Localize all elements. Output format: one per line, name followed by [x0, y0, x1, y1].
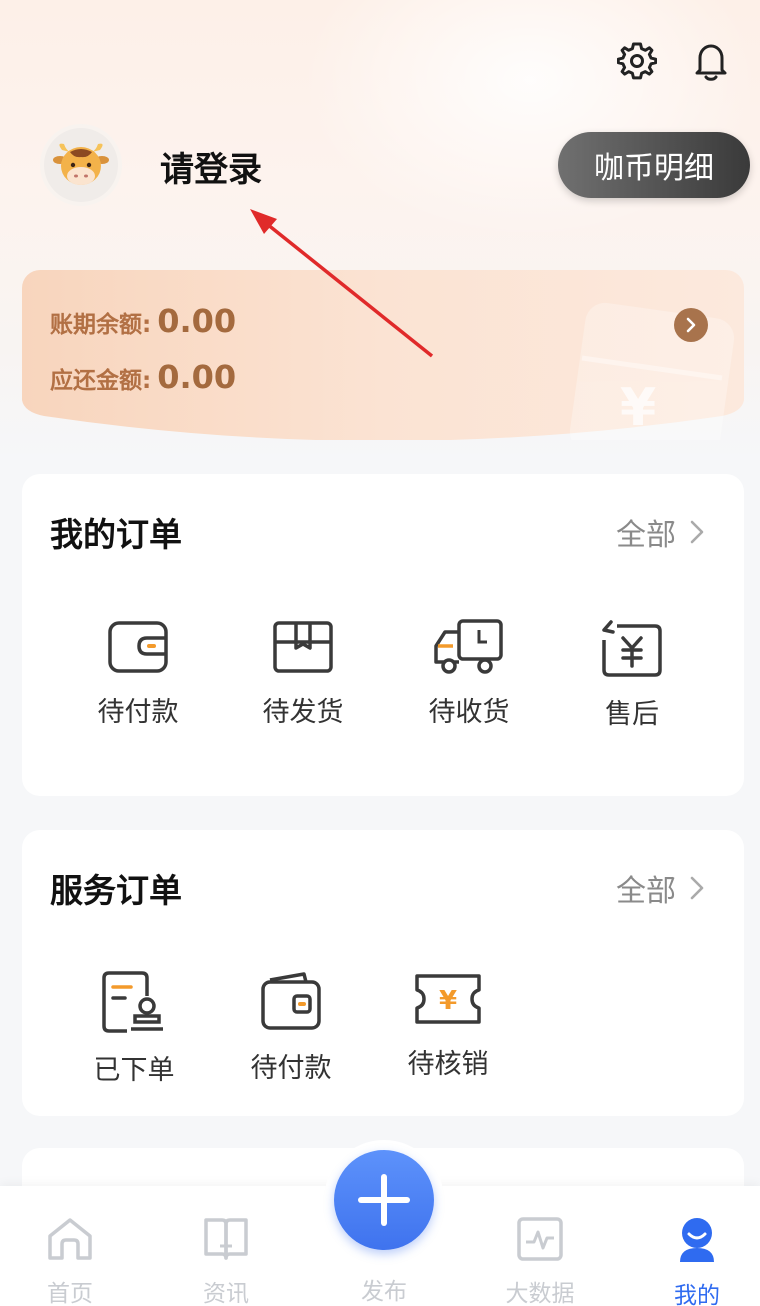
- user-icon: [680, 1218, 714, 1262]
- notification-button[interactable]: [688, 38, 734, 84]
- tab-news[interactable]: 资讯: [166, 1186, 286, 1306]
- settings-button[interactable]: [614, 38, 660, 84]
- order-pending-shipment[interactable]: 待发货: [228, 618, 378, 729]
- tab-big-data[interactable]: 大数据: [480, 1186, 600, 1306]
- chart-icon: [517, 1217, 563, 1261]
- chevron-right-icon: [690, 876, 704, 900]
- service-item-label: 已下单: [93, 1055, 175, 1086]
- period-balance-row: 账期余额: 0.00: [50, 302, 236, 340]
- service-orders-all-label: 全部: [616, 874, 676, 909]
- order-item-label: 售后: [605, 699, 659, 730]
- tab-label: 资讯: [203, 1281, 249, 1306]
- order-item-label: 待付款: [97, 697, 179, 728]
- order-item-label: 待收货: [428, 697, 510, 728]
- truck-icon: [434, 619, 503, 674]
- wallet-icon: [261, 972, 321, 1030]
- my-orders-all-label: 全部: [616, 518, 676, 553]
- credit-detail-button[interactable]: [674, 308, 708, 342]
- service-pending-payment[interactable]: 待付款: [216, 970, 366, 1085]
- period-balance-value: 0.00: [157, 302, 237, 340]
- my-orders-card: 我的订单 全部 待付款 待发货 待收货 售后: [22, 474, 744, 796]
- refund-icon: [602, 620, 662, 677]
- service-item-label: 待付款: [250, 1053, 332, 1084]
- order-pending-receipt[interactable]: 待收货: [394, 618, 544, 729]
- avatar[interactable]: [44, 128, 118, 202]
- credit-card[interactable]: 账期余额: 0.00 应还金额: 0.00 ¥: [22, 270, 744, 440]
- cow-avatar-icon: [53, 143, 109, 185]
- ticket-icon: ¥: [415, 974, 481, 1024]
- publish-label: 发布: [361, 1279, 407, 1305]
- service-pending-verification[interactable]: ¥ 待核销: [373, 970, 523, 1081]
- order-item-label: 待发货: [262, 697, 344, 728]
- tab-home[interactable]: 首页: [10, 1186, 130, 1306]
- service-orders-title: 服务订单: [50, 871, 182, 910]
- order-pending-payment[interactable]: 待付款: [63, 618, 213, 729]
- service-orders-all-link[interactable]: 全部: [616, 866, 704, 910]
- repay-amount-value: 0.00: [157, 358, 237, 396]
- tab-mine[interactable]: 我的: [637, 1186, 757, 1306]
- service-order-placed[interactable]: 已下单: [59, 970, 209, 1087]
- publish-button[interactable]: [334, 1150, 434, 1250]
- yuan-decoration: ¥: [620, 378, 657, 438]
- service-orders-card: 服务订单 全部 已下单 待付款 ¥ 待核销: [22, 830, 744, 1116]
- repay-amount-label: 应还金额:: [50, 368, 152, 394]
- chevron-right-icon: [686, 317, 696, 333]
- tab-label: 我的: [674, 1283, 720, 1306]
- header-glow: [300, 0, 760, 240]
- service-item-label: 待核销: [407, 1049, 489, 1080]
- bell-icon: [695, 44, 727, 81]
- gear-icon: [617, 42, 657, 80]
- tab-label: 大数据: [505, 1281, 575, 1306]
- repay-amount-row: 应还金额: 0.00: [50, 358, 236, 396]
- tab-label: 首页: [47, 1281, 93, 1306]
- plus-icon: [358, 1174, 410, 1226]
- box-icon: [273, 621, 333, 673]
- home-icon: [48, 1218, 92, 1260]
- my-orders-title: 我的订单: [50, 515, 182, 554]
- chevron-right-icon: [690, 520, 704, 544]
- coin-detail-button[interactable]: 咖币明细: [558, 132, 750, 198]
- wallet-icon: [108, 621, 168, 673]
- order-after-sales[interactable]: 售后: [557, 618, 707, 731]
- login-prompt[interactable]: 请登录: [160, 142, 262, 191]
- period-balance-label: 账期余额:: [50, 312, 152, 338]
- my-orders-all-link[interactable]: 全部: [616, 510, 704, 554]
- stamp-document-icon: [102, 971, 163, 1033]
- ticket-yuan-symbol: ¥: [439, 986, 457, 1016]
- book-icon: [204, 1218, 248, 1260]
